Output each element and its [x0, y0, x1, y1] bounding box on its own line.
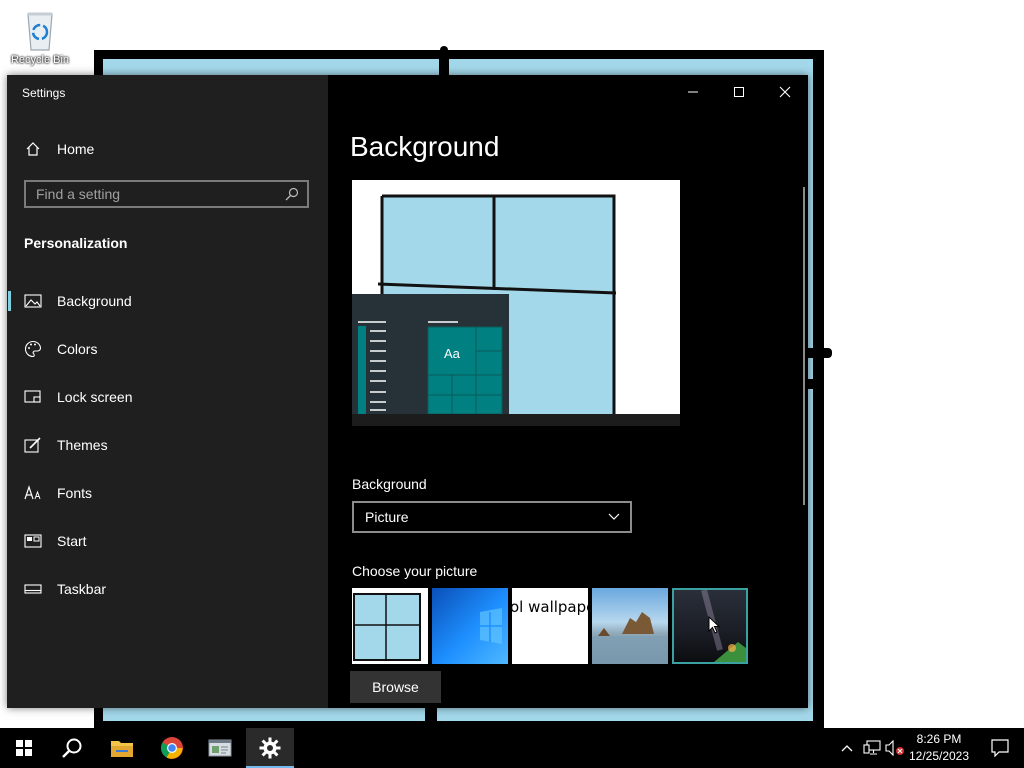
sidebar-item-lock-screen[interactable]: Lock screen [7, 377, 328, 417]
picture-icon [23, 291, 43, 311]
taskbar-clock[interactable]: 8:26 PM 12/25/2023 [904, 731, 974, 765]
minimize-button[interactable] [670, 75, 716, 109]
minimize-icon [688, 91, 698, 93]
themes-brush-icon [23, 435, 43, 455]
notification-icon [991, 739, 1009, 757]
thumbnail-window-drawing[interactable] [352, 588, 428, 664]
maximize-button[interactable] [716, 75, 762, 109]
file-explorer-icon [111, 741, 133, 757]
thumbnail-text: ol wallpaper [512, 598, 588, 616]
sidebar-item-themes[interactable]: Themes [7, 425, 328, 465]
picture-thumbnails: ol wallpaper [352, 588, 748, 664]
taskbar-search-button[interactable] [48, 728, 96, 768]
fonts-icon [23, 483, 43, 503]
taskbar-icon [23, 579, 43, 599]
volume-muted-icon [885, 740, 904, 756]
sidebar-item-start[interactable]: Start [7, 521, 328, 561]
sidebar-item-label: Themes [57, 437, 108, 453]
search-input[interactable]: Find a setting [24, 180, 309, 208]
thumbnail-text-wallpaper[interactable]: ol wallpaper [512, 588, 588, 664]
window-title: Settings [22, 86, 66, 100]
background-preview: Aa [352, 180, 680, 414]
sidebar-item-label: Start [57, 533, 87, 549]
windows-start-icon [16, 740, 32, 756]
sidebar-item-label: Background [57, 293, 132, 309]
lock-screen-icon [23, 387, 43, 407]
sidebar-item-home[interactable]: Home [7, 129, 328, 169]
sidebar-item-background[interactable]: Background [7, 281, 328, 321]
taskbar-settings[interactable] [246, 728, 294, 768]
sidebar-item-taskbar[interactable]: Taskbar [7, 569, 328, 609]
sidebar-item-fonts[interactable]: Fonts [7, 473, 328, 513]
sidebar: Settings Home Find a setting Personaliza… [7, 75, 328, 708]
search-icon [62, 738, 82, 758]
chevron-down-icon [608, 513, 620, 521]
sidebar-item-label: Fonts [57, 485, 93, 501]
network-button[interactable] [860, 728, 884, 768]
recycle-bin[interactable]: Recycle Bin [6, 8, 74, 66]
settings-gear-icon [259, 737, 281, 759]
preview-shadow [352, 414, 680, 426]
home-icon [23, 139, 43, 159]
taskbar-chrome[interactable] [148, 728, 196, 768]
app-window-icon [208, 739, 232, 757]
sidebar-item-label: Colors [57, 341, 98, 357]
sidebar-item-label: Lock screen [57, 389, 133, 405]
thumbnail-windows-blue[interactable] [432, 588, 508, 664]
start-grid-icon [23, 531, 43, 551]
thumbnail-beach-rocks[interactable] [592, 588, 668, 664]
sidebar-item-label: Taskbar [57, 581, 107, 597]
chevron-up-icon [841, 745, 853, 752]
recycle-bin-icon [22, 8, 58, 52]
scrollbar[interactable] [803, 187, 805, 505]
search-icon [285, 187, 299, 201]
choose-picture-label: Choose your picture [352, 563, 478, 579]
volume-button[interactable] [884, 728, 906, 768]
maximize-icon [734, 87, 744, 97]
wallpaper-handle [804, 348, 832, 358]
page-title: Background [350, 131, 500, 162]
section-title: Personalization [24, 235, 128, 251]
sidebar-item-colors[interactable]: Colors [7, 329, 328, 369]
browse-button[interactable]: Browse [350, 671, 441, 703]
taskbar: 8:26 PM 12/25/2023 [0, 728, 1024, 768]
start-button[interactable] [0, 728, 48, 768]
wallpaper-handle [440, 46, 448, 56]
close-button[interactable] [762, 75, 808, 109]
network-icon [863, 740, 881, 755]
recycle-bin-label: Recycle Bin [10, 54, 70, 66]
preview-tile-text: Aa [444, 346, 460, 361]
clock-date: 12/25/2023 [908, 749, 970, 763]
background-label: Background [352, 476, 427, 492]
notification-center-button[interactable] [976, 728, 1024, 768]
background-dropdown-value: Picture [365, 509, 409, 525]
close-icon [779, 86, 791, 98]
taskbar-file-explorer[interactable] [98, 728, 146, 768]
settings-window: Settings Home Find a setting Personaliza… [7, 75, 808, 708]
sidebar-item-label: Home [57, 141, 95, 157]
show-hidden-icons-button[interactable] [834, 728, 860, 768]
mouse-cursor-icon [708, 616, 720, 634]
palette-icon [23, 339, 43, 359]
chrome-icon [161, 737, 183, 759]
search-placeholder: Find a setting [36, 186, 121, 202]
clock-time: 8:26 PM [916, 732, 962, 746]
background-dropdown[interactable]: Picture [352, 501, 632, 533]
thumbnail-night-sky[interactable] [672, 588, 748, 664]
taskbar-app-window[interactable] [196, 728, 244, 768]
